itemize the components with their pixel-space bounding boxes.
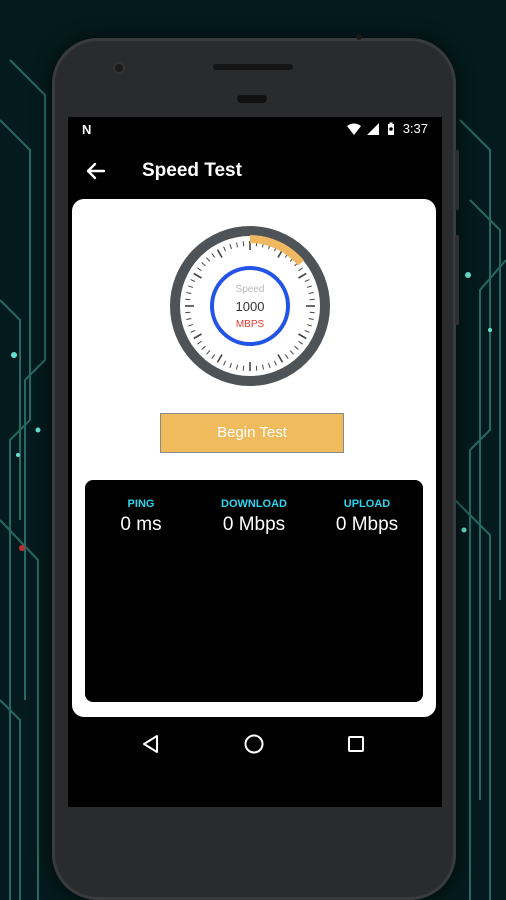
ping-label: PING [127,498,155,510]
square-recents-icon[interactable] [343,731,369,757]
app-bar: Speed Test [68,143,442,199]
download-label: DOWNLOAD [221,498,287,510]
gauge-readout: Speed 1000 MBPS [168,224,332,388]
download-value: 0 Mbps [222,514,286,535]
results-panel: PING 0 ms DOWNLOAD 0 Mbps UPLOAD 0 Mbps [85,480,423,702]
speed-test-card: Speed 1000 MBPS Begin Test PING 0 ms DOW… [72,199,436,717]
triangle-back-icon[interactable] [138,731,164,757]
gauge-value: 1000 [235,299,265,314]
arrow-left-icon[interactable] [82,157,110,185]
ping-value: 0 ms [120,514,162,535]
status-time: 3:37 [402,121,428,136]
status-bar: N 3:37 [68,117,442,143]
earpiece-speaker [213,64,293,70]
system-nav-bar [68,717,442,769]
page-title: Speed Test [142,160,242,181]
upload-stat: UPLOAD 0 Mbps [311,498,423,536]
front-camera [115,64,123,72]
signal-icon [366,122,379,135]
phone-screen: N 3:37 Speed Test Speed 1000 MBPS Begin … [68,117,442,807]
wifi-icon [346,123,361,135]
battery-icon [387,122,394,135]
gauge-label: Speed [235,284,265,295]
earpiece-grille [237,95,267,103]
volume-button [455,235,459,325]
upload-value: 0 Mbps [335,514,399,535]
begin-test-button[interactable]: Begin Test [160,413,344,453]
download-stat: DOWNLOAD 0 Mbps [198,498,310,536]
gauge-unit: MBPS [235,319,265,330]
proximity-sensor [356,34,362,40]
ping-stat: PING 0 ms [85,498,197,536]
upload-label: UPLOAD [343,498,391,510]
power-button [455,150,459,210]
status-icons: 3:37 [346,121,428,136]
circle-home-icon[interactable] [241,731,267,757]
notification-icon: N [82,122,92,137]
